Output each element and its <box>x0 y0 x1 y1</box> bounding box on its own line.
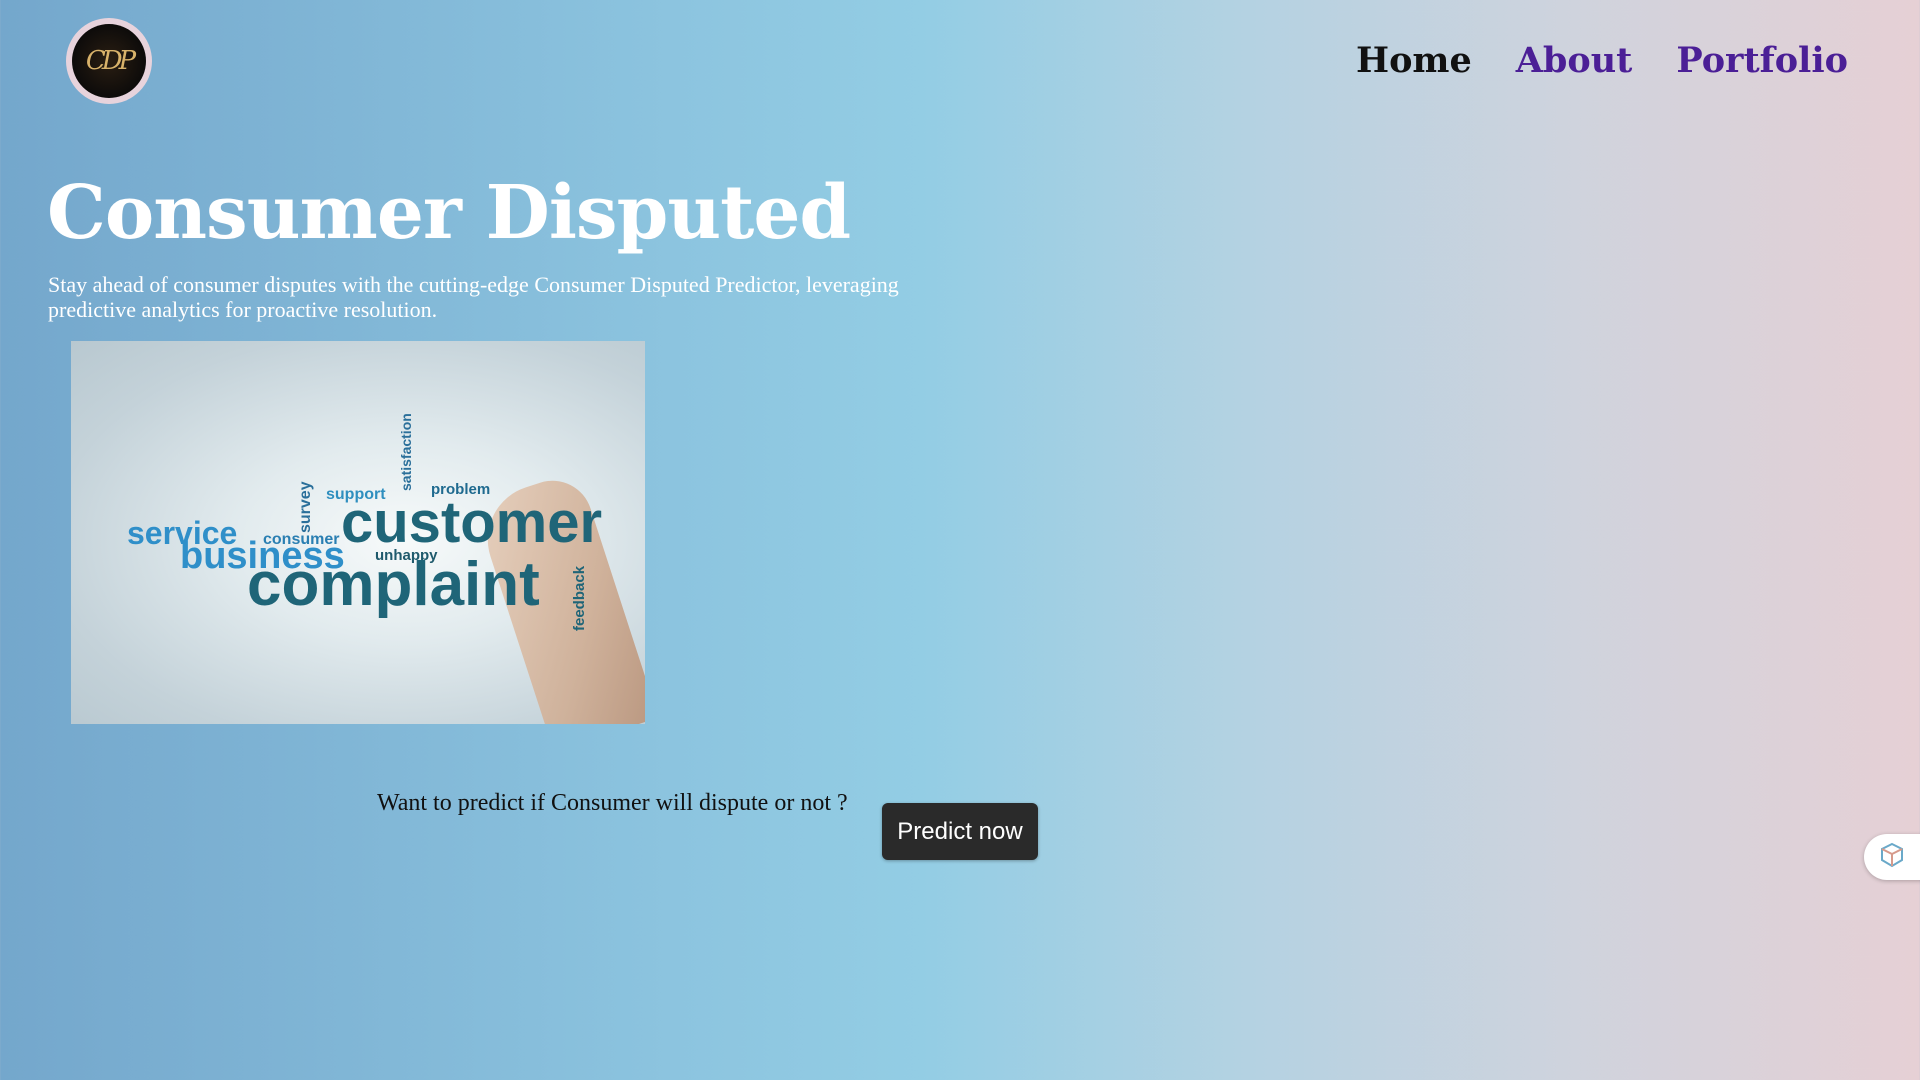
word-cloud-term: complaint <box>247 550 540 619</box>
cube-icon <box>1878 841 1906 873</box>
cta-text: Want to predict if Consumer will dispute… <box>377 790 848 816</box>
logo[interactable]: CDP <box>66 18 152 104</box>
hero-word-cloud-image: satisfaction survey support problem serv… <box>71 341 645 724</box>
word-cloud-term: customer <box>341 490 603 555</box>
page-title: Consumer Disputed <box>47 170 851 256</box>
nav-about[interactable]: About <box>1516 40 1633 81</box>
word-cloud-term: satisfaction <box>398 413 414 491</box>
nav-home[interactable]: Home <box>1356 40 1472 81</box>
word-cloud-term: survey <box>297 481 314 533</box>
nav-portfolio[interactable]: Portfolio <box>1676 40 1848 81</box>
logo-emblem: CDP <box>72 24 146 98</box>
predict-now-button[interactable]: Predict now <box>882 803 1038 860</box>
page-subtitle: Stay ahead of consumer disputes with the… <box>48 272 899 322</box>
side-widget-tab[interactable] <box>1864 834 1920 880</box>
main-nav: Home About Portfolio <box>1356 40 1848 81</box>
word-cloud-term: feedback <box>571 565 588 631</box>
